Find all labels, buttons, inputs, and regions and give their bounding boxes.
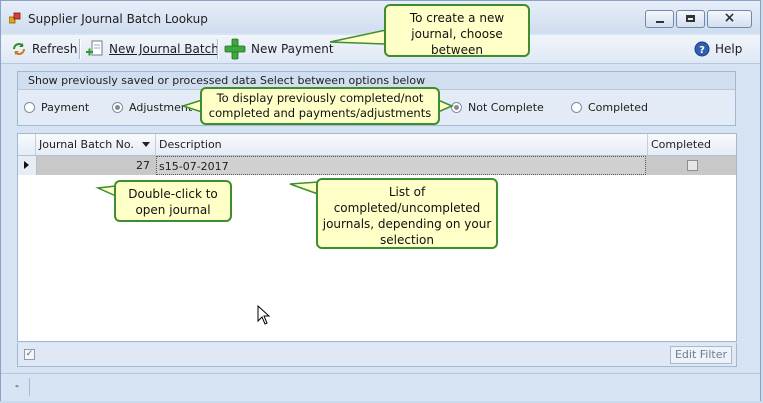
- status-bar: -: [1, 373, 760, 401]
- refresh-icon: [13, 43, 25, 55]
- callout-display-previous: To display previously completed/not comp…: [200, 87, 440, 125]
- new-payment-button[interactable]: New Payment: [224, 38, 334, 60]
- radio-button[interactable]: [112, 102, 123, 113]
- help-button[interactable]: ? Help: [694, 39, 742, 59]
- filter-enable-checkbox[interactable]: ✓: [24, 349, 35, 360]
- new-document-icon: [86, 40, 103, 56]
- radio-adjustment[interactable]: Adjustment: [112, 101, 192, 114]
- toolbar: Refresh New Journal Batch New Payment ? …: [1, 35, 760, 64]
- app-icon: [9, 12, 21, 24]
- green-plus-icon: [224, 38, 246, 60]
- help-label: Help: [715, 42, 743, 56]
- minimize-icon: [656, 21, 664, 23]
- column-header-label: Journal Batch No.: [39, 138, 134, 151]
- cell-batch-no[interactable]: 27: [36, 156, 153, 175]
- radio-not-complete[interactable]: Not Complete: [451, 101, 544, 114]
- new-journal-batch-label: New Journal Batch: [109, 42, 219, 56]
- help-icon: ?: [694, 41, 710, 57]
- toolbar-separator: [217, 39, 219, 59]
- radio-label: Not Complete: [468, 101, 544, 114]
- column-header-label: Completed: [651, 138, 711, 151]
- radio-button[interactable]: [571, 102, 582, 113]
- mouse-cursor-icon: [257, 305, 271, 325]
- edit-filter-button[interactable]: Edit Filter: [669, 346, 732, 364]
- maximize-button[interactable]: [676, 10, 705, 28]
- radio-label: Payment: [41, 101, 90, 114]
- sort-dropdown-icon[interactable]: [142, 142, 150, 147]
- row-indicator-header: [18, 134, 36, 155]
- table-row[interactable]: 27 s15-07-2017: [18, 156, 736, 175]
- row-indicator[interactable]: [18, 156, 37, 175]
- radio-button[interactable]: [451, 102, 462, 113]
- refresh-button[interactable]: Refresh: [11, 39, 77, 59]
- radio-label: Adjustment: [129, 101, 193, 114]
- radio-label: Completed: [588, 101, 648, 114]
- column-header-label: Description: [159, 138, 222, 151]
- maximize-icon: [686, 15, 695, 22]
- cell-description[interactable]: s15-07-2017: [156, 156, 646, 175]
- cell-completed-checkbox[interactable]: [687, 160, 698, 171]
- radio-payment[interactable]: Payment: [24, 101, 89, 114]
- radio-completed[interactable]: Completed: [571, 101, 648, 114]
- column-header-completed[interactable]: Completed: [648, 134, 736, 155]
- window-title: Supplier Journal Batch Lookup: [28, 12, 208, 26]
- svg-text:?: ?: [699, 45, 705, 56]
- status-text: -: [15, 379, 19, 392]
- current-row-arrow-icon: [24, 161, 29, 169]
- callout-double-click: Double-click to open journal: [114, 180, 232, 222]
- toolbar-separator: [79, 39, 81, 59]
- status-separator: [29, 378, 30, 396]
- column-header-journal-batch-no[interactable]: Journal Batch No.: [36, 134, 156, 155]
- close-icon: ×: [723, 10, 736, 26]
- grid-header: Journal Batch No. Description Completed: [18, 134, 736, 156]
- minimize-button[interactable]: [645, 10, 674, 28]
- close-button[interactable]: ×: [707, 10, 752, 28]
- callout-new-journal: To create a new journal, choose between: [384, 4, 530, 57]
- callout-list-description: List of completed/uncompleted journals, …: [316, 178, 498, 249]
- refresh-label: Refresh: [32, 42, 78, 56]
- title-bar[interactable]: Supplier Journal Batch Lookup ×: [1, 1, 760, 33]
- new-journal-batch-button[interactable]: New Journal Batch: [86, 39, 219, 59]
- grid-footer: ✓ Edit Filter: [17, 343, 737, 367]
- column-header-description[interactable]: Description: [156, 134, 648, 155]
- new-payment-label: New Payment: [251, 42, 334, 56]
- radio-button[interactable]: [24, 102, 35, 113]
